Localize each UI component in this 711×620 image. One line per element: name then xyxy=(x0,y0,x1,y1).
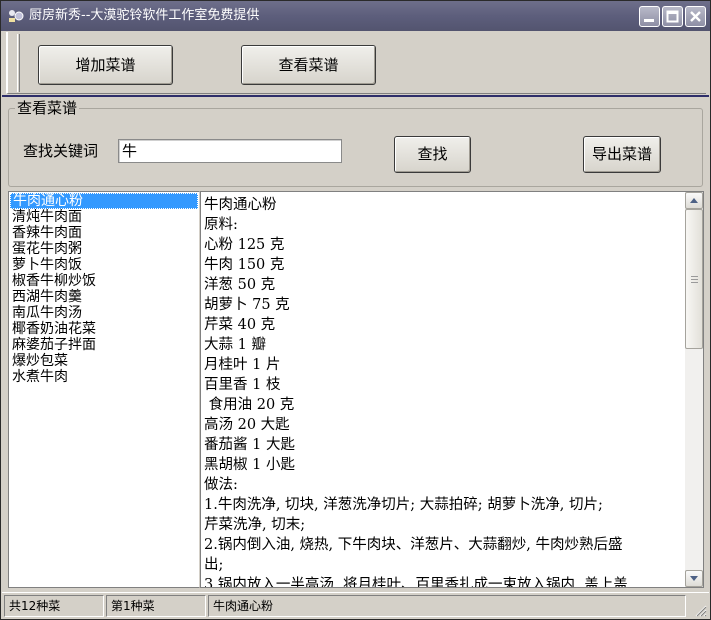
title-bar[interactable]: 厨房新秀--大漠驼铃软件工作室免费提供 xyxy=(1,1,710,31)
scroll-thumb[interactable] xyxy=(685,209,703,349)
detail-line: 牛肉通心粉 xyxy=(204,197,277,213)
detail-line: 芹菜洗净, 切末; xyxy=(204,517,306,533)
export-recipe-button[interactable]: 导出菜谱 xyxy=(583,136,661,173)
grip-icon xyxy=(691,276,698,283)
add-recipe-button[interactable]: 增加菜谱 xyxy=(38,45,173,85)
recipe-detail-textarea[interactable]: 牛肉通心粉 原料: 心粉 125 克 牛肉 150 克 洋葱 50 克 胡萝卜 … xyxy=(200,191,704,588)
window-title: 厨房新秀--大漠驼铃软件工作室免费提供 xyxy=(29,8,260,23)
list-item[interactable]: 清炖牛肉面 xyxy=(9,209,199,225)
keyword-label: 查找关键词 xyxy=(23,142,99,160)
status-current-index: 第1种菜 xyxy=(106,595,206,617)
minimize-button[interactable] xyxy=(639,6,660,27)
detail-line: 牛肉 150 克 xyxy=(204,257,285,273)
view-recipe-button[interactable]: 查看菜谱 xyxy=(241,45,376,85)
detail-line: 2.锅内倒入油, 烧热, 下牛肉块、洋葱片、大蒜翻炒, 牛肉炒熟后盛 xyxy=(204,537,623,553)
recipe-detail-text: 牛肉通心粉 原料: 心粉 125 克 牛肉 150 克 洋葱 50 克 胡萝卜 … xyxy=(204,195,684,588)
detail-line: 高汤 20 大匙 xyxy=(204,417,290,433)
status-current-recipe: 牛肉通心粉 xyxy=(208,595,686,617)
arrow-down-icon xyxy=(690,576,698,581)
list-item-selected[interactable]: 牛肉通心粉 xyxy=(10,193,198,209)
detail-line: 百里香 1 枝 xyxy=(204,377,281,393)
arrow-up-icon xyxy=(690,198,698,203)
toolbar-separator xyxy=(2,95,709,97)
detail-line: 大蒜 1 瓣 xyxy=(204,337,266,353)
detail-line: 做法: xyxy=(204,477,238,493)
detail-line: 黑胡椒 1 小匙 xyxy=(204,457,295,473)
scroll-up-button[interactable] xyxy=(685,192,703,209)
search-button[interactable]: 查找 xyxy=(394,136,471,173)
list-item[interactable]: 蛋花牛肉粥 xyxy=(9,241,199,257)
maximize-icon xyxy=(666,10,679,23)
toolbar-grip[interactable] xyxy=(17,34,20,92)
detail-line: 食用油 20 克 xyxy=(204,397,295,413)
list-item[interactable]: 萝卜牛肉饭 xyxy=(9,257,199,273)
list-item[interactable]: 椰香奶油花菜 xyxy=(9,321,199,337)
close-icon xyxy=(690,11,701,22)
main-window: 厨房新秀--大漠驼铃软件工作室免费提供 增加菜谱 查看菜谱 查看菜谱 查找关键词… xyxy=(0,0,711,620)
list-item[interactable]: 南瓜牛肉汤 xyxy=(9,305,199,321)
scroll-down-button[interactable] xyxy=(685,570,703,587)
detail-line: 3.锅内放入一半高汤, 将月桂叶、百里香扎成一束放入锅内, 盖上盖 xyxy=(204,577,628,588)
keyword-input[interactable]: 牛 xyxy=(118,139,342,163)
list-item[interactable]: 香辣牛肉面 xyxy=(9,225,199,241)
detail-line: 原料: xyxy=(204,217,238,233)
search-group-title: 查看菜谱 xyxy=(15,99,80,117)
app-icon xyxy=(9,10,24,22)
detail-line: 1.牛肉洗净, 切块, 洋葱洗净切片; 大蒜拍碎; 胡萝卜洗净, 切片; xyxy=(204,497,603,513)
resize-grip-icon[interactable] xyxy=(693,603,707,617)
detail-line: 芹菜 40 克 xyxy=(204,317,276,333)
detail-line: 心粉 125 克 xyxy=(204,237,285,253)
status-bar: 共12种菜 第1种菜 牛肉通心粉 xyxy=(2,592,709,619)
maximize-button[interactable] xyxy=(662,6,683,27)
detail-line: 洋葱 50 克 xyxy=(204,277,276,293)
list-item[interactable]: 水煮牛肉 xyxy=(9,369,199,385)
minimize-icon xyxy=(644,19,654,22)
list-item[interactable]: 麻婆茄子拌面 xyxy=(9,337,199,353)
close-button[interactable] xyxy=(685,6,706,27)
list-item[interactable]: 西湖牛肉羹 xyxy=(9,289,199,305)
detail-line: 胡萝卜 75 克 xyxy=(204,297,290,313)
status-total-count: 共12种菜 xyxy=(4,595,104,617)
detail-line: 月桂叶 1 片 xyxy=(204,357,281,373)
detail-line: 番茄酱 1 大匙 xyxy=(204,437,295,453)
detail-line: 出; xyxy=(204,557,224,573)
detail-scrollbar[interactable] xyxy=(685,192,703,587)
list-item[interactable]: 爆炒包菜 xyxy=(9,353,199,369)
list-item[interactable]: 椒香牛柳炒饭 xyxy=(9,273,199,289)
recipe-list[interactable]: 牛肉通心粉 清炖牛肉面 香辣牛肉面 蛋花牛肉粥 萝卜牛肉饭 椒香牛柳炒饭 西湖牛… xyxy=(8,191,200,588)
